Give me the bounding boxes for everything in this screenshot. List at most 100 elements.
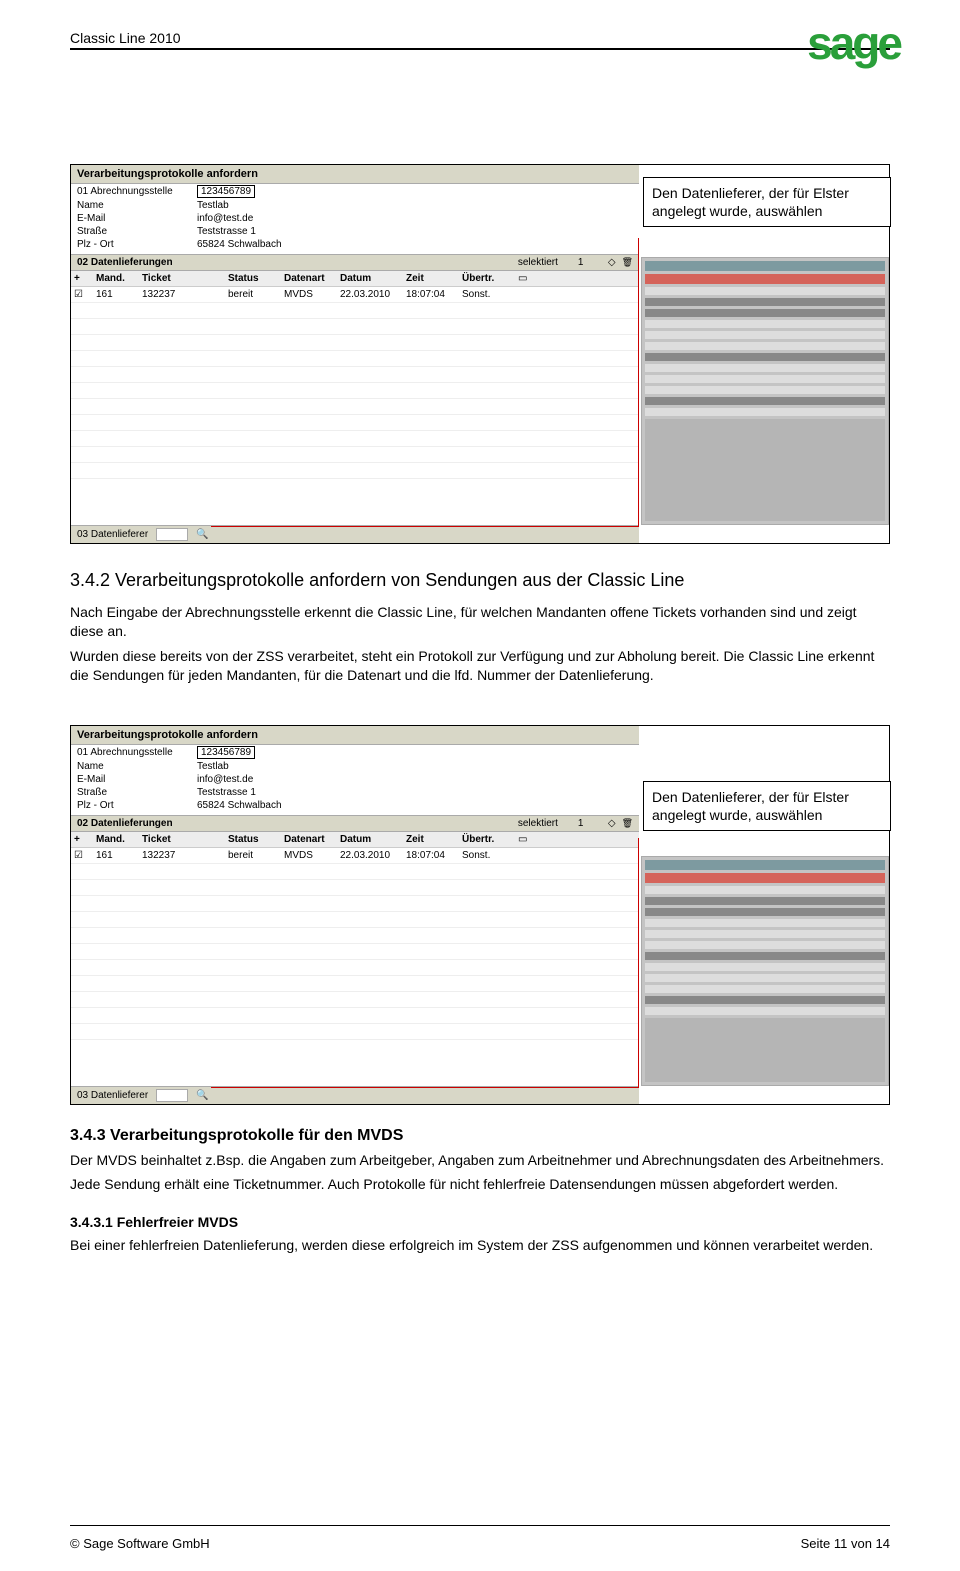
plus-icon[interactable] [74, 834, 80, 845]
verarbeitung-form-1: Verarbeitungsprotokolle anfordern 01 Abr… [70, 164, 890, 544]
value-plzort: 65824 Schwalbach [197, 239, 633, 250]
form-title: Verarbeitungsprotokolle anfordern [71, 726, 639, 745]
search-icon[interactable]: 🔍 [196, 529, 208, 540]
row-uebertr: Sonst. [459, 287, 515, 302]
value-abrech[interactable]: 123456789 [197, 185, 255, 198]
section3-label: 03 Datenlieferer [77, 529, 148, 540]
value-email: info@test.de [197, 774, 633, 785]
col-datum[interactable]: Datum [337, 832, 403, 847]
value-strasse: Teststrasse 1 [197, 226, 633, 237]
datenlieferer-input[interactable] [156, 528, 188, 541]
col-zeit[interactable]: Zeit [403, 832, 459, 847]
col-status[interactable]: Status [225, 271, 281, 286]
section2-label: 02 Datenlieferungen [77, 818, 518, 829]
note-icon[interactable] [518, 273, 527, 284]
value-abrech[interactable]: 123456789 [197, 746, 255, 759]
row-mand: 161 [93, 287, 139, 302]
diamond-icon[interactable] [608, 818, 616, 829]
row-datum: 22.03.2010 [337, 848, 403, 863]
footer-left: © Sage Software GmbH [70, 1536, 210, 1551]
row-uebertr: Sonst. [459, 848, 515, 863]
note-icon[interactable] [518, 834, 527, 845]
value-plzort: 65824 Schwalbach [197, 800, 633, 811]
row-zeit: 18:07:04 [403, 848, 459, 863]
value-name: Testlab [197, 200, 633, 211]
para-3431-1: Bei einer fehlerfreien Datenlieferung, w… [70, 1236, 890, 1255]
col-datenart[interactable]: Datenart [281, 271, 337, 286]
heading-342: 3.4.2 Verarbeitungsprotokolle anfordern … [70, 570, 890, 591]
col-ticket[interactable]: Ticket [139, 271, 225, 286]
section2-label: 02 Datenlieferungen [77, 257, 518, 268]
label-abrech: 01 Abrechnungsstelle [77, 186, 197, 197]
table-row[interactable]: ☑ 161 132237 bereit MVDS 22.03.2010 18:0… [71, 287, 639, 303]
value-email: info@test.de [197, 213, 633, 224]
col-mand[interactable]: Mand. [93, 832, 139, 847]
label-name: Name [77, 761, 197, 772]
col-zeit[interactable]: Zeit [403, 271, 459, 286]
col-uebertr[interactable]: Übertr. [459, 271, 515, 286]
para-342-2: Wurden diese bereits von der ZSS verarbe… [70, 647, 890, 685]
product-line: Classic Line 2010 [70, 30, 890, 46]
col-uebertr[interactable]: Übertr. [459, 832, 515, 847]
verarbeitung-form-2: Verarbeitungsprotokolle anfordern 01 Abr… [70, 725, 890, 1105]
footer-rule [70, 1525, 890, 1526]
connector-line [211, 1087, 639, 1088]
connector-line [211, 526, 639, 527]
selektiert-count: 1 [578, 818, 608, 829]
label-email: E-Mail [77, 213, 197, 224]
section3-label: 03 Datenlieferer [77, 1090, 148, 1101]
selektiert-count: 1 [578, 257, 608, 268]
col-datum[interactable]: Datum [337, 271, 403, 286]
form-title: Verarbeitungsprotokolle anfordern [71, 165, 639, 184]
side-panel [641, 856, 889, 1086]
table-header: Mand. Ticket Status Datenart Datum Zeit … [71, 271, 639, 287]
callout-2: Den Datenlieferer, der für Elster angele… [643, 781, 891, 831]
callout-1: Den Datenlieferer, der für Elster angele… [643, 177, 891, 227]
value-name: Testlab [197, 761, 633, 772]
label-plzort: Plz - Ort [77, 239, 197, 250]
row-status: bereit [225, 848, 281, 863]
label-plzort: Plz - Ort [77, 800, 197, 811]
row-datenart: MVDS [281, 848, 337, 863]
search-icon[interactable]: 🔍 [196, 1090, 208, 1101]
connector-line-v [638, 238, 639, 526]
table-row[interactable]: ☑ 161 132237 bereit MVDS 22.03.2010 18:0… [71, 848, 639, 864]
para-343-2: Jede Sendung erhält eine Ticketnummer. A… [70, 1175, 890, 1194]
footer-right: Seite 11 von 14 [801, 1536, 890, 1551]
trash-icon[interactable] [622, 818, 633, 829]
trash-icon[interactable] [622, 257, 633, 268]
top-rule [70, 48, 890, 50]
sage-logo: sage [807, 16, 900, 70]
diamond-icon[interactable] [608, 257, 616, 268]
row-mand: 161 [93, 848, 139, 863]
label-strasse: Straße [77, 787, 197, 798]
para-343-1: Der MVDS beinhaltet z.Bsp. die Angaben z… [70, 1151, 890, 1170]
selektiert-label: selektiert [518, 257, 578, 268]
label-abrech: 01 Abrechnungsstelle [77, 747, 197, 758]
row-zeit: 18:07:04 [403, 287, 459, 302]
row-datenart: MVDS [281, 287, 337, 302]
col-ticket[interactable]: Ticket [139, 832, 225, 847]
col-status[interactable]: Status [225, 832, 281, 847]
heading-343: 3.4.3 Verarbeitungsprotokolle für den MV… [70, 1127, 890, 1145]
para-342-1: Nach Eingabe der Abrechnungsstelle erken… [70, 603, 890, 641]
check-icon[interactable]: ☑ [74, 289, 83, 300]
connector-line-v [638, 838, 639, 1087]
selektiert-label: selektiert [518, 818, 578, 829]
col-mand[interactable]: Mand. [93, 271, 139, 286]
value-strasse: Teststrasse 1 [197, 787, 633, 798]
row-ticket: 132237 [139, 287, 225, 302]
datenlieferer-input[interactable] [156, 1089, 188, 1102]
check-icon[interactable]: ☑ [74, 850, 83, 861]
label-email: E-Mail [77, 774, 197, 785]
side-panel [641, 257, 889, 525]
row-status: bereit [225, 287, 281, 302]
table-header: Mand. Ticket Status Datenart Datum Zeit … [71, 832, 639, 848]
row-datum: 22.03.2010 [337, 287, 403, 302]
label-name: Name [77, 200, 197, 211]
plus-icon[interactable] [74, 273, 80, 284]
row-ticket: 132237 [139, 848, 225, 863]
label-strasse: Straße [77, 226, 197, 237]
heading-3431: 3.4.3.1 Fehlerfreier MVDS [70, 1214, 890, 1230]
col-datenart[interactable]: Datenart [281, 832, 337, 847]
